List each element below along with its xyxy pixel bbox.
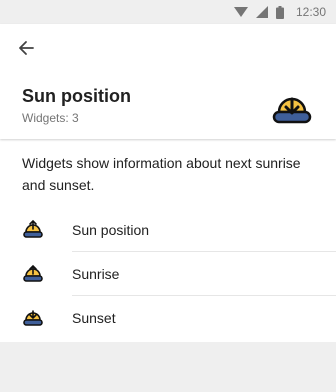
list-item-label: Sunset	[72, 310, 116, 326]
wifi-icon	[233, 7, 248, 17]
list-item-sun-position[interactable]: Sun position	[0, 208, 336, 252]
sunset-icon	[272, 97, 312, 124]
list-item-sunrise[interactable]: Sunrise	[0, 252, 336, 296]
page-title: Sun position	[22, 86, 131, 106]
back-button[interactable]	[14, 36, 38, 60]
sunrise-icon	[23, 264, 43, 282]
status-bar: 12:30	[0, 0, 336, 24]
status-time: 12:30	[295, 5, 326, 19]
widget-list: Sun position Sunrise Sunset	[0, 208, 336, 340]
sunset-icon	[23, 310, 43, 326]
widget-count: Widgets: 3	[22, 111, 79, 125]
sun-position-icon	[23, 219, 43, 238]
content-sheet: Sun position Widgets: 3 Widgets show inf…	[0, 24, 336, 342]
list-item-sunset[interactable]: Sunset	[0, 296, 336, 340]
description: Widgets show information about next sunr…	[22, 155, 301, 193]
list-item-label: Sunrise	[72, 266, 120, 282]
header: Sun position Widgets: 3	[0, 24, 336, 139]
arrow-back-icon	[19, 41, 34, 55]
signal-icon	[255, 6, 268, 18]
list-item-label: Sun position	[72, 222, 150, 238]
battery-icon	[275, 5, 284, 19]
